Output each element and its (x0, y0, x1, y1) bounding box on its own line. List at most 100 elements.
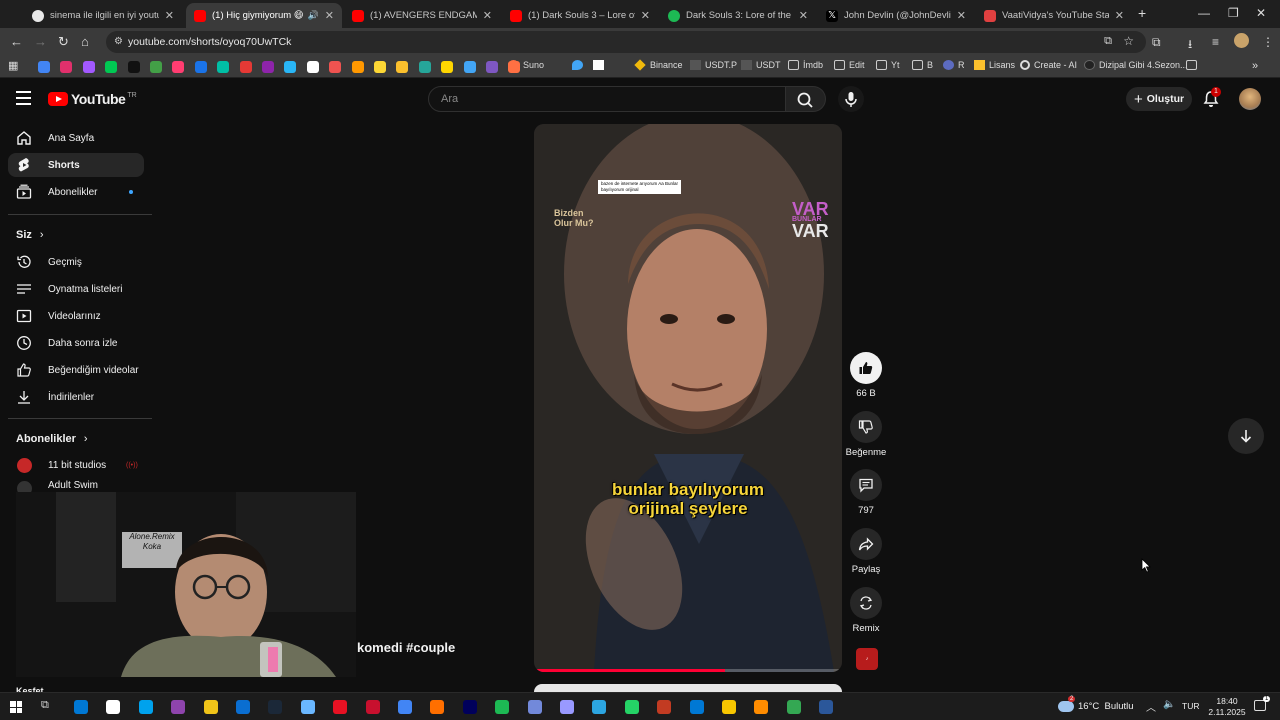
sidebar-item-liked-videos[interactable]: Beğendiğim videolar (8, 358, 144, 382)
apps-grid-icon[interactable]: ▦ (8, 59, 18, 72)
bookmark-folder-imdb[interactable]: İmdb (788, 60, 823, 70)
taskbar-app-icon[interactable] (657, 700, 672, 714)
close-tab-icon[interactable]: ✕ (325, 9, 334, 22)
sound-source-thumbnail[interactable]: ♪ (856, 648, 878, 670)
bookmark-favicon-icon[interactable] (418, 61, 431, 73)
bookmark-favicon-icon[interactable] (105, 61, 118, 73)
account-avatar[interactable] (1239, 88, 1261, 110)
weather-text[interactable]: 16°C Bulutlu (1078, 701, 1134, 712)
taskbar-app-icon[interactable] (786, 700, 801, 714)
windows-start-icon[interactable] (10, 701, 22, 713)
short-hashtags[interactable]: komedi #couple (357, 640, 455, 655)
browser-tab[interactable]: (1) Dark Souls 3 – Lore of the N ✕ (502, 3, 658, 28)
taskbar-app-icon[interactable] (722, 700, 736, 714)
bookmark-favicon-icon[interactable] (127, 61, 140, 73)
sidebar-item-history[interactable]: Geçmiş (8, 250, 144, 274)
browser-menu-icon[interactable]: ⋮ (1262, 35, 1274, 49)
extensions-icon[interactable]: ⧉ (1152, 35, 1161, 50)
bookmark-favicon-icon[interactable] (486, 61, 498, 73)
taskbar-app-icon[interactable] (592, 700, 607, 714)
more-bookmarks-icon[interactable]: » (1252, 60, 1258, 72)
like-button[interactable] (850, 352, 882, 384)
bookmark-star-icon[interactable]: ☆ (1123, 34, 1134, 48)
browser-tab[interactable]: sinema ile ilgili en iyi youtube k ✕ (24, 3, 182, 28)
bookmark-favicon-icon[interactable] (329, 61, 342, 73)
bookmark-favicon-icon[interactable] (441, 61, 454, 73)
bookmark-binance[interactable]: Binance (634, 59, 683, 71)
browser-tab[interactable]: 𝕏 John Devlin (@JohnDevlinArt) / ✕ (818, 3, 974, 28)
taskbar-app-icon[interactable] (268, 700, 283, 714)
sidebar-item-downloads[interactable]: İndirilenler (8, 385, 144, 409)
taskbar-app-icon[interactable] (754, 700, 769, 714)
bookmark-suno[interactable]: Suno (508, 60, 544, 70)
taskbar-app-icon[interactable] (203, 700, 218, 714)
sidebar-section-you[interactable]: Siz › (16, 229, 44, 241)
hamburger-menu-icon[interactable] (16, 91, 31, 105)
bookmark-favicon-icon[interactable] (194, 61, 207, 73)
bookmark-r[interactable]: R (943, 60, 965, 70)
search-button[interactable] (786, 86, 826, 112)
restore-window-button[interactable]: ❐ (1228, 6, 1239, 20)
sidebar-item-subscriptions[interactable]: Abonelikler (8, 180, 144, 204)
taskbar-app-icon[interactable] (462, 700, 477, 714)
close-window-button[interactable]: ✕ (1256, 6, 1266, 20)
browser-tab-active[interactable]: (1) Hiç giymiyorum 😄 #sh 🔊 ✕ (186, 3, 342, 28)
taskbar-app-icon[interactable] (171, 700, 186, 714)
remix-button[interactable] (850, 587, 882, 619)
sidebar-item-shorts[interactable]: Shorts (8, 153, 144, 177)
taskbar-app-icon[interactable] (138, 700, 153, 714)
bookmark-folder-b[interactable]: B (912, 60, 933, 70)
bookmark-folder-edit[interactable]: Edit (834, 60, 865, 70)
bookmark-favicon-icon[interactable] (306, 61, 319, 73)
bookmark-favicon-icon[interactable] (150, 61, 162, 73)
bookmark-folder-yt[interactable]: Yt (876, 60, 900, 70)
bookmark-favicon-icon[interactable] (396, 61, 409, 73)
taskbar-app-icon[interactable] (398, 700, 412, 714)
browser-tab[interactable]: Dark Souls 3: Lore of the Bosse ✕ (660, 3, 816, 28)
profile-avatar[interactable] (1234, 33, 1249, 48)
sidebar-item-channel[interactable]: 11 bit studios ((•)) (8, 453, 144, 477)
bookmark-favicon-icon[interactable] (38, 61, 50, 73)
voice-search-button[interactable] (838, 86, 864, 112)
input-language[interactable]: TUR (1182, 701, 1199, 711)
bookmark-film[interactable] (593, 60, 608, 70)
taskbar-app-icon[interactable] (365, 700, 380, 714)
bookmark-favicon-icon[interactable] (60, 61, 73, 73)
taskbar-app-icon[interactable] (300, 700, 315, 714)
forward-arrow-icon[interactable]: → (34, 34, 47, 49)
bookmark-usdt[interactable]: USDT (741, 60, 781, 70)
home-icon[interactable]: ⌂ (81, 34, 89, 49)
close-tab-icon[interactable]: ✕ (641, 9, 650, 22)
back-arrow-icon[interactable]: ← (10, 34, 23, 49)
taskbar-app-icon[interactable] (430, 700, 445, 714)
close-tab-icon[interactable]: ✕ (957, 9, 966, 22)
bookmark-favicon-icon[interactable] (463, 61, 476, 73)
bookmark-lisans[interactable]: Lisans (974, 60, 1015, 70)
bookmark-usdtp[interactable]: USDT.P (690, 60, 737, 70)
next-short-button[interactable] (1228, 418, 1264, 454)
taskbar-app-icon[interactable] (624, 700, 639, 714)
search-input[interactable]: Ara (428, 86, 786, 112)
taskbar-app-icon[interactable] (819, 700, 834, 714)
browser-tab[interactable]: (1) AVENGERS ENDGAME: En G ✕ (344, 3, 500, 28)
comments-button[interactable] (850, 469, 882, 501)
bookmark-folder[interactable] (1186, 60, 1201, 70)
short-video-player[interactable]: bazen de internete arıyorum Aa Bunlar ba… (534, 124, 842, 672)
minimize-window-button[interactable]: — (1198, 6, 1210, 20)
tab-search-icon[interactable]: ≡ (1212, 35, 1219, 49)
bookmark-dizipal[interactable]: Dizipal Gibi 4.Sezon... (1084, 60, 1188, 70)
volume-icon[interactable]: 🔈 (1163, 699, 1175, 710)
bookmark-create-ai[interactable]: Create - AI (1020, 60, 1077, 70)
close-tab-icon[interactable]: ✕ (1115, 9, 1124, 22)
sidebar-section-subscriptions[interactable]: Abonelikler › (16, 433, 88, 445)
system-clock[interactable]: 18:40 2.11.2025 (1206, 696, 1248, 718)
sidebar-item-your-videos[interactable]: Videolarınız (8, 304, 144, 328)
taskbar-app-icon[interactable] (560, 700, 574, 714)
bookmark-favicon-icon[interactable] (262, 61, 274, 73)
install-app-icon[interactable]: ⧉ (1104, 35, 1112, 48)
task-view-icon[interactable]: ⧉ (41, 699, 49, 712)
audio-playing-icon[interactable]: 🔊 (308, 10, 319, 21)
bookmark-favicon-icon[interactable] (351, 61, 364, 73)
share-button[interactable] (850, 528, 882, 560)
sidebar-item-playlists[interactable]: Oynatma listeleri (8, 277, 144, 301)
